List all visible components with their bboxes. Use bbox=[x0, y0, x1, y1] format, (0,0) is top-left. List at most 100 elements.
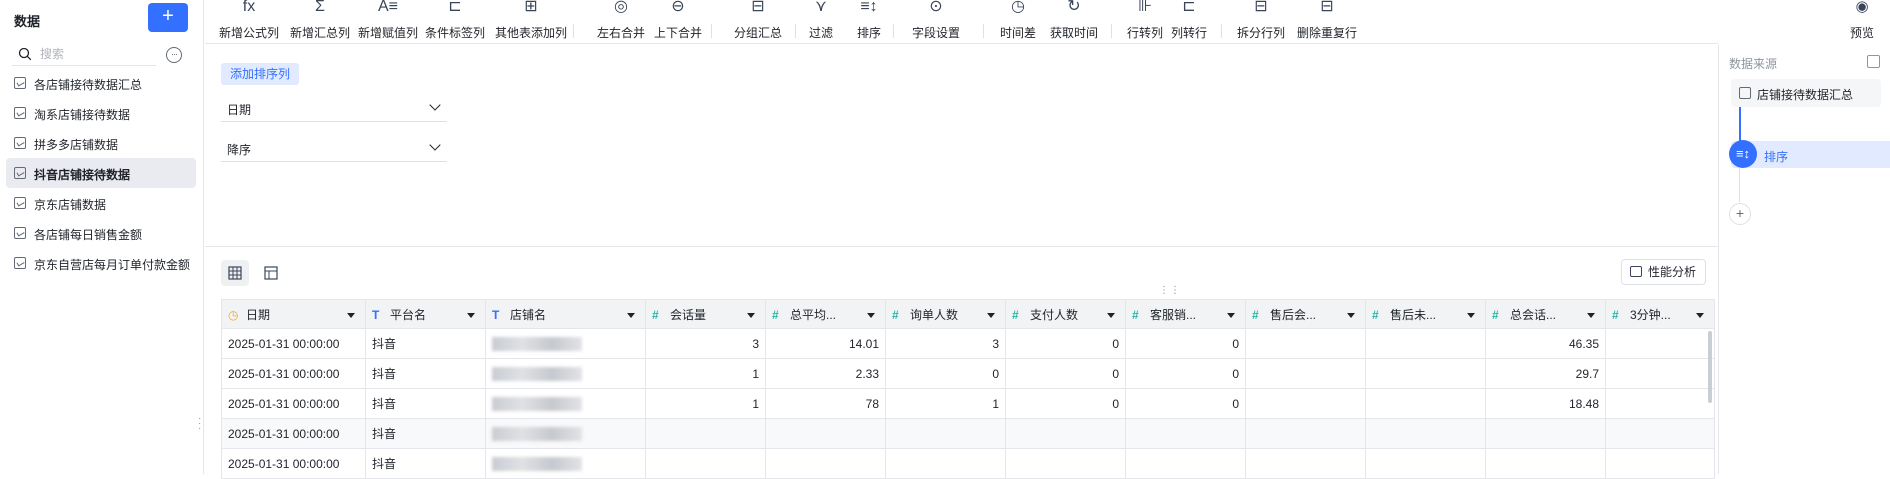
table-cell[interactable]: 1 bbox=[885, 388, 1006, 419]
table-row[interactable]: 2025-01-31 00:00:00 抖音 1 2.33 0 0 0 29.7 bbox=[221, 358, 1715, 389]
table-cell[interactable] bbox=[1605, 358, 1715, 389]
column-header[interactable]: ◷ 日期 bbox=[221, 299, 366, 329]
table-cell[interactable] bbox=[885, 418, 1006, 449]
table-cell[interactable]: 抖音 bbox=[365, 358, 486, 389]
toolbar-button[interactable]: ◎ 左右合并 bbox=[595, 0, 647, 44]
sidebar-item[interactable]: 京东自营店每月订单付款金额 bbox=[6, 248, 196, 278]
table-cell[interactable] bbox=[1005, 418, 1126, 449]
caret-down-icon[interactable] bbox=[1467, 313, 1475, 318]
table-cell[interactable] bbox=[765, 448, 886, 479]
table-cell[interactable]: 2025-01-31 00:00:00 bbox=[221, 358, 366, 389]
add-step-button[interactable]: + bbox=[1729, 203, 1751, 225]
table-cell[interactable] bbox=[1125, 448, 1246, 479]
table-cell[interactable] bbox=[1245, 328, 1366, 359]
vertical-scrollbar[interactable] bbox=[1708, 331, 1712, 403]
toolbar-button[interactable]: ⊞ 其他表添加列 bbox=[493, 0, 569, 44]
table-cell[interactable] bbox=[1605, 448, 1715, 479]
table-cell[interactable]: 3 bbox=[885, 328, 1006, 359]
table-cell[interactable]: 78 bbox=[765, 388, 886, 419]
toolbar-button[interactable]: ⊟ 拆分行列 bbox=[1235, 0, 1287, 44]
caret-down-icon[interactable] bbox=[627, 313, 635, 318]
table-cell[interactable] bbox=[1365, 388, 1486, 419]
column-header[interactable]: # 售后会... bbox=[1245, 299, 1366, 329]
toolbar-button[interactable]: A≡ 新增赋值列 bbox=[356, 0, 420, 44]
column-header[interactable]: T 平台名 bbox=[365, 299, 486, 329]
column-header[interactable]: # 客服销... bbox=[1125, 299, 1246, 329]
toolbar-button[interactable]: ◷ 时间差 bbox=[998, 0, 1038, 44]
column-header[interactable]: # 会话量 bbox=[645, 299, 766, 329]
table-cell[interactable]: 抖音 bbox=[365, 388, 486, 419]
caret-down-icon[interactable] bbox=[1696, 313, 1704, 318]
column-header[interactable]: T 店铺名 bbox=[485, 299, 646, 329]
table-cell[interactable] bbox=[1365, 358, 1486, 389]
table-cell[interactable] bbox=[1245, 418, 1366, 449]
table-cell[interactable]: 2025-01-31 00:00:00 bbox=[221, 388, 366, 419]
table-cell[interactable] bbox=[1605, 328, 1715, 359]
caret-down-icon[interactable] bbox=[867, 313, 875, 318]
table-row[interactable]: 2025-01-31 00:00:00 抖音 1 78 1 0 0 18.48 bbox=[221, 388, 1715, 419]
layout-view-button[interactable] bbox=[257, 260, 285, 286]
table-cell[interactable] bbox=[1245, 388, 1366, 419]
search-box[interactable] bbox=[12, 44, 156, 66]
toolbar-button[interactable]: ⊪ 行转列 bbox=[1125, 0, 1165, 44]
sidebar-item[interactable]: 京东店铺数据 bbox=[6, 188, 196, 218]
sidebar-item[interactable]: 抖音店铺接待数据 bbox=[6, 158, 196, 188]
grid-view-button[interactable] bbox=[221, 260, 249, 286]
search-input[interactable] bbox=[40, 44, 150, 64]
flow-sort-step[interactable]: ≡↕ 排序 bbox=[1729, 140, 1890, 168]
table-cell[interactable]: 抖音 bbox=[365, 418, 486, 449]
table-cell[interactable]: 18.48 bbox=[1485, 388, 1606, 419]
table-cell[interactable] bbox=[485, 328, 646, 359]
caret-down-icon[interactable] bbox=[467, 313, 475, 318]
caret-down-icon[interactable] bbox=[1227, 313, 1235, 318]
table-cell[interactable] bbox=[485, 418, 646, 449]
table-cell[interactable] bbox=[1365, 328, 1486, 359]
table-cell[interactable] bbox=[1365, 418, 1486, 449]
toolbar-button[interactable]: ↻ 获取时间 bbox=[1048, 0, 1100, 44]
sidebar-item[interactable]: 拼多多店铺数据 bbox=[6, 128, 196, 158]
table-cell[interactable] bbox=[1485, 448, 1606, 479]
add-sort-column-button[interactable]: 添加排序列 bbox=[221, 63, 300, 85]
table-cell[interactable] bbox=[765, 418, 886, 449]
column-header[interactable]: #3分钟... bbox=[1605, 299, 1715, 329]
table-cell[interactable] bbox=[1605, 388, 1715, 419]
add-dataset-button[interactable]: + bbox=[148, 3, 188, 32]
sidebar-item[interactable]: 各店铺每日销售金额 bbox=[6, 218, 196, 248]
collapse-icon[interactable] bbox=[1867, 55, 1880, 68]
caret-down-icon[interactable] bbox=[987, 313, 995, 318]
table-cell[interactable]: 2025-01-31 00:00:00 bbox=[221, 448, 366, 479]
table-cell[interactable] bbox=[1005, 448, 1126, 479]
table-cell[interactable]: 0 bbox=[1005, 328, 1126, 359]
table-cell[interactable] bbox=[885, 448, 1006, 479]
table-cell[interactable] bbox=[485, 388, 646, 419]
table-cell[interactable] bbox=[1125, 418, 1246, 449]
toolbar-button[interactable]: ⊏ 条件标签列 bbox=[423, 0, 487, 44]
column-header[interactable]: # 售后未... bbox=[1365, 299, 1486, 329]
table-cell[interactable]: 29.7 bbox=[1485, 358, 1606, 389]
table-row[interactable]: 2025-01-31 00:00:00 抖音 bbox=[221, 448, 1715, 479]
table-cell[interactable]: 2025-01-31 00:00:00 bbox=[221, 418, 366, 449]
table-cell[interactable]: 46.35 bbox=[1485, 328, 1606, 359]
table-cell[interactable]: 1 bbox=[645, 388, 766, 419]
table-cell[interactable] bbox=[645, 448, 766, 479]
column-header[interactable]: # 总平均... bbox=[765, 299, 886, 329]
table-cell[interactable]: 2025-01-31 00:00:00 bbox=[221, 328, 366, 359]
table-cell[interactable]: 抖音 bbox=[365, 328, 486, 359]
caret-down-icon[interactable] bbox=[1347, 313, 1355, 318]
table-cell[interactable] bbox=[1245, 448, 1366, 479]
toolbar-button[interactable]: ⊟ 分组汇总 bbox=[732, 0, 784, 44]
sort-field-select[interactable]: 日期 bbox=[221, 94, 447, 122]
preview-button[interactable]: ◉ 预览 bbox=[1842, 0, 1882, 44]
table-cell[interactable]: 1 bbox=[645, 358, 766, 389]
performance-analysis-button[interactable]: 性能分析 bbox=[1621, 259, 1707, 285]
table-cell[interactable]: 0 bbox=[1125, 328, 1246, 359]
column-header[interactable]: # 支付人数 bbox=[1005, 299, 1126, 329]
toolbar-button[interactable]: ⊙ 字段设置 bbox=[910, 0, 962, 44]
column-header[interactable]: # 询单人数 bbox=[885, 299, 1006, 329]
table-cell[interactable]: 0 bbox=[1005, 358, 1126, 389]
flow-source-node[interactable]: 店铺接待数据汇总 bbox=[1731, 79, 1881, 107]
column-header[interactable]: # 总会话... bbox=[1485, 299, 1606, 329]
caret-down-icon[interactable] bbox=[347, 313, 355, 318]
sidebar-item[interactable]: 淘系店铺接待数据 bbox=[6, 98, 196, 128]
table-cell[interactable] bbox=[1365, 448, 1486, 479]
